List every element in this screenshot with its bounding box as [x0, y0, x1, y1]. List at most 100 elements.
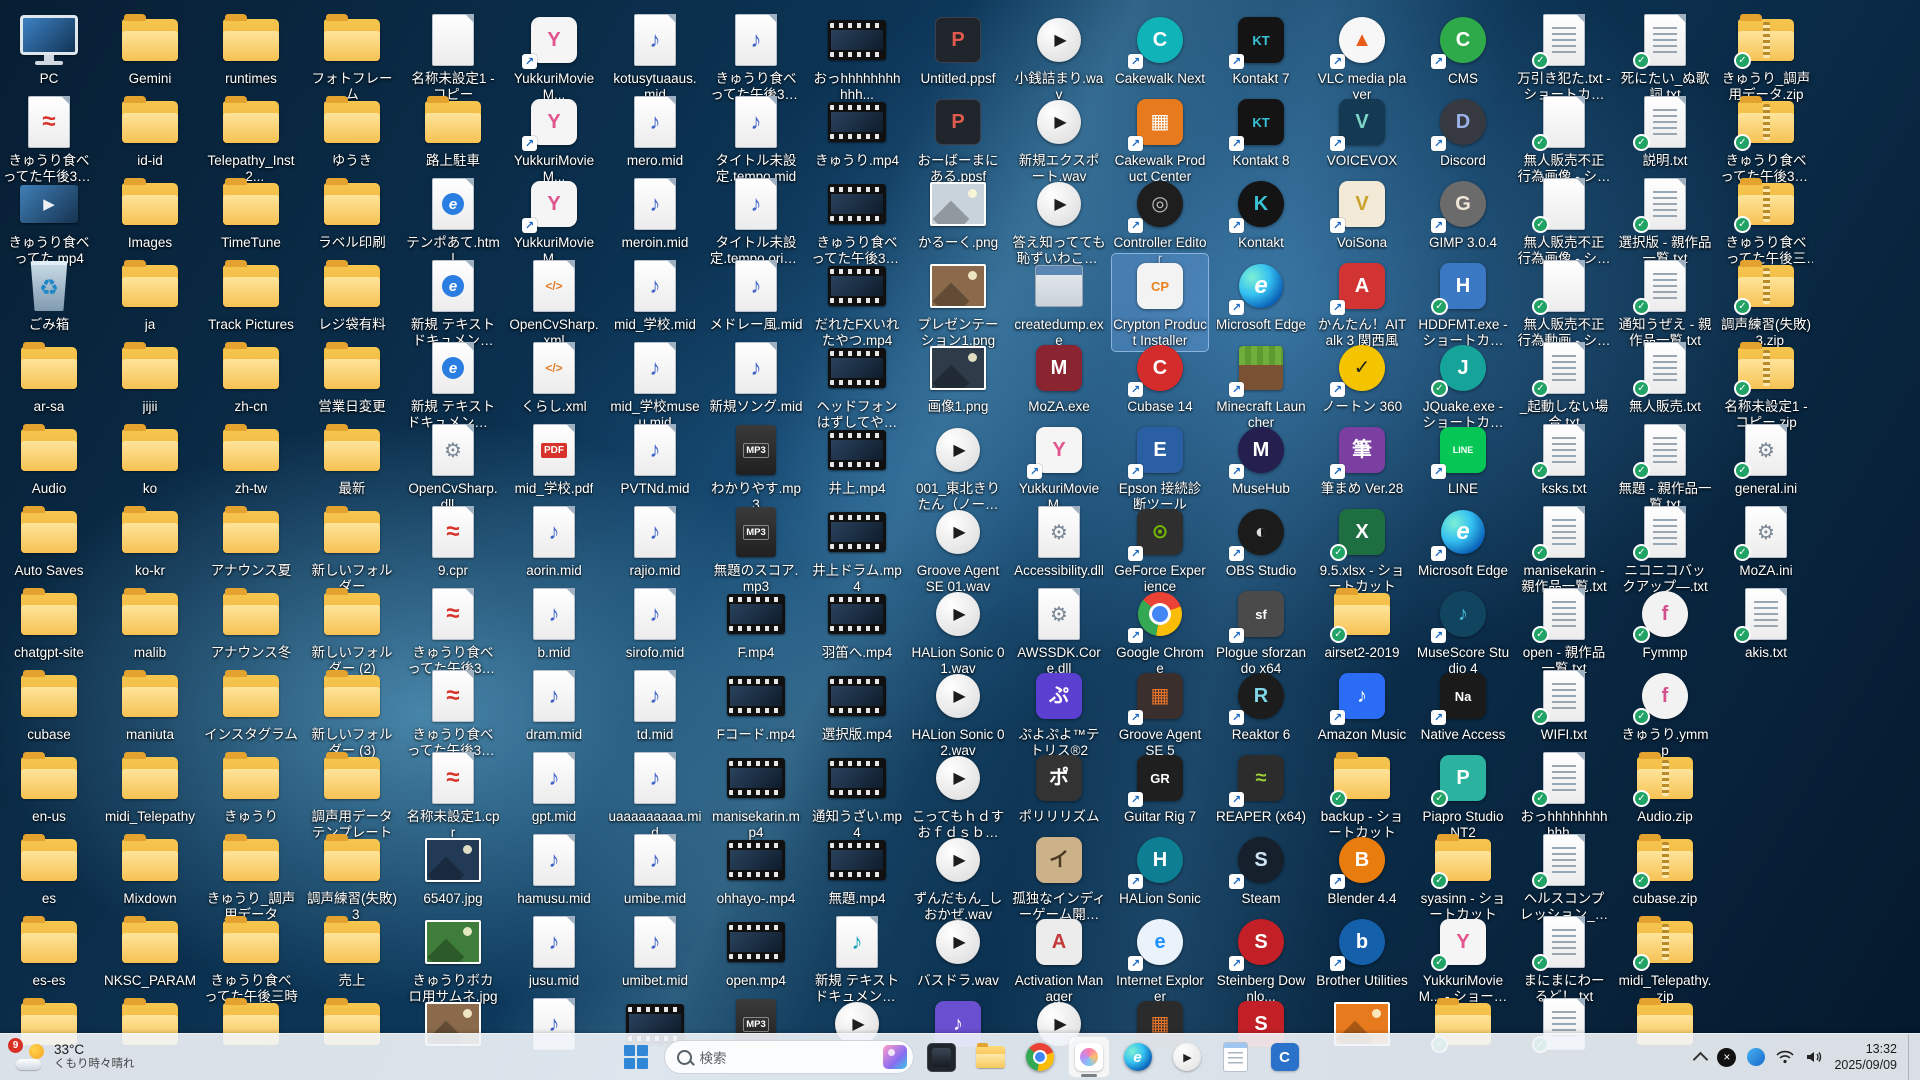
desktop-icon[interactable]: C↗CMS [1415, 8, 1511, 89]
desktop-icon[interactable]: C↗Cubase 14 [1112, 336, 1208, 417]
desktop-icon[interactable]: 羽笛へ.mp4 [809, 582, 905, 663]
desktop-icon[interactable]: PUntitled.ppsf [910, 8, 1006, 89]
desktop-icon[interactable]: ポポリリリズム [1011, 746, 1107, 827]
desktop-icon[interactable]: TimeTune [203, 172, 299, 253]
desktop-icon[interactable]: ✓ksks.txt [1516, 418, 1612, 499]
desktop-icon[interactable]: es-es [1, 910, 97, 991]
desktop-icon[interactable]: M↗MuseHub [1213, 418, 1309, 499]
search-highlight-icon[interactable] [883, 1045, 907, 1069]
desktop-icon[interactable]: f✓Fymmp [1617, 582, 1713, 663]
taskbar-app-edge[interactable]: e [1117, 1036, 1159, 1078]
desktop-icon[interactable]: zh-cn [203, 336, 299, 417]
desktop-icon[interactable]: </>くらし.xml [506, 336, 602, 417]
desktop-icon[interactable]: レジ袋有料 [304, 254, 400, 335]
desktop-icon[interactable]: 営業日変更 [304, 336, 400, 417]
desktop-icon[interactable]: 売上 [304, 910, 400, 991]
desktop-icon[interactable]: 画像1.png [910, 336, 1006, 417]
desktop-icon[interactable]: NKSC_PARAM [102, 910, 198, 991]
taskbar-app-media-player[interactable]: ▶ [1166, 1036, 1208, 1078]
desktop-icon[interactable]: H↗HALion Sonic [1112, 828, 1208, 909]
desktop-icon[interactable]: ♪meroin.mid [607, 172, 703, 253]
tray-blue-app-icon[interactable] [1747, 1048, 1765, 1066]
desktop-icon[interactable]: 路上駐車 [405, 90, 501, 171]
start-button[interactable] [615, 1036, 657, 1078]
desktop-icon[interactable]: ◐↗OBS Studio [1213, 500, 1309, 581]
desktop-icon[interactable]: ♪b.mid [506, 582, 602, 663]
desktop-icon[interactable]: 井上.mp4 [809, 418, 905, 499]
desktop-icon[interactable]: 筆↗筆まめ Ver.28 [1314, 418, 1410, 499]
desktop-icon[interactable]: cubase [1, 664, 97, 745]
desktop-icon[interactable]: ▶バスドラ.wav [910, 910, 1006, 991]
desktop-icon[interactable]: Gemini [102, 8, 198, 89]
desktop-icon[interactable]: ja [102, 254, 198, 335]
desktop-icon[interactable]: D↗Discord [1415, 90, 1511, 171]
desktop-icon[interactable]: B↗Blender 4.4 [1314, 828, 1410, 909]
desktop-icon[interactable]: ♪jusu.mid [506, 910, 602, 991]
desktop-icon[interactable]: PDFmid_学校.pdf [506, 418, 602, 499]
desktop-icon[interactable]: Fコード.mp4 [708, 664, 804, 745]
desktop-icon[interactable]: ♪dram.mid [506, 664, 602, 745]
desktop-icon[interactable]: V↗VOICEVOX [1314, 90, 1410, 171]
desktop-icon[interactable]: ⚙✓MoZA.ini [1718, 500, 1814, 581]
desktop-icon[interactable]: ラベル印刷 [304, 172, 400, 253]
desktop-icon[interactable]: ⚙Accessibility.dll [1011, 500, 1107, 581]
show-desktop-button[interactable] [1908, 1034, 1914, 1080]
desktop-icon[interactable]: きゅうり.mp4 [809, 90, 905, 171]
desktop-icon[interactable]: maniuta [102, 664, 198, 745]
taskbar-app-file-explorer[interactable] [970, 1036, 1012, 1078]
taskbar-app-chrome[interactable] [1019, 1036, 1061, 1078]
desktop-icon[interactable]: ♪sirofo.mid [607, 582, 703, 663]
desktop-icon[interactable]: ⚙✓general.ini [1718, 418, 1814, 499]
wifi-icon[interactable] [1776, 1050, 1794, 1064]
desktop-icon[interactable]: インスタグラム [203, 664, 299, 745]
desktop-icon[interactable]: Auto Saves [1, 500, 97, 581]
desktop-icon[interactable]: runtimes [203, 8, 299, 89]
desktop-icon[interactable]: ✓airset2-2019 [1314, 582, 1410, 663]
desktop-icon[interactable]: 無題.mp4 [809, 828, 905, 909]
desktop-icon[interactable]: K↗Kontakt [1213, 172, 1309, 253]
taskbar-clock[interactable]: 13:32 2025/09/09 [1834, 1041, 1897, 1074]
desktop-icon[interactable]: Audio [1, 418, 97, 499]
desktop-icon[interactable]: S↗Steam [1213, 828, 1309, 909]
desktop-icon[interactable]: アナウンス夏 [203, 500, 299, 581]
taskbar-search-box[interactable]: 検索 [664, 1040, 914, 1074]
desktop-icon[interactable]: ✓akis.txt [1718, 582, 1814, 663]
tray-chevron-up-icon[interactable] [1693, 1051, 1709, 1067]
desktop-icon[interactable]: zh-tw [203, 418, 299, 499]
taskbar-app-c-app[interactable]: C [1264, 1036, 1306, 1078]
desktop-icon[interactable]: かるーく.png [910, 172, 1006, 253]
desktop-icon[interactable]: ♪umibe.mid [607, 828, 703, 909]
desktop-icon[interactable]: C↗Cakewalk Next [1112, 8, 1208, 89]
desktop-icon[interactable]: きゅうり [203, 746, 299, 827]
desktop-icon[interactable]: ≈↗REAPER (x64) [1213, 746, 1309, 827]
desktop-icon[interactable]: R↗Reaktor 6 [1213, 664, 1309, 745]
desktop-icon[interactable]: LINE↗LINE [1415, 418, 1511, 499]
desktop-icon[interactable]: ar-sa [1, 336, 97, 417]
desktop-icon[interactable]: F.mp4 [708, 582, 804, 663]
desktop-icon[interactable]: id-id [102, 90, 198, 171]
desktop-icon[interactable]: G↗GIMP 3.0.4 [1415, 172, 1511, 253]
desktop-icon[interactable]: Na↗Native Access [1415, 664, 1511, 745]
desktop-icon[interactable]: midi_Telepathy [102, 746, 198, 827]
taskbar-app-movie-maker[interactable] [1068, 1036, 1110, 1078]
taskbar-app-dark-window[interactable] [921, 1036, 963, 1078]
desktop-icon[interactable]: PC [1, 8, 97, 89]
desktop-icon[interactable]: ✓Audio.zip [1617, 746, 1713, 827]
desktop-icon[interactable]: 選択版.mp4 [809, 664, 905, 745]
desktop-icon[interactable]: en-us [1, 746, 97, 827]
desktop-icon[interactable]: ko [102, 418, 198, 499]
desktop-icon[interactable]: ♪PVTNd.mid [607, 418, 703, 499]
weather-widget[interactable]: 9 33°C くもり時々晴れ [4, 1036, 147, 1078]
tray-x-app-icon[interactable]: × [1717, 1048, 1736, 1067]
desktop-icon[interactable]: ♪td.mid [607, 664, 703, 745]
desktop-icon[interactable]: KT↗Kontakt 8 [1213, 90, 1309, 171]
desktop-icon[interactable]: ♻ごみ箱 [1, 254, 97, 335]
desktop-icon[interactable]: ko-kr [102, 500, 198, 581]
desktop-icon[interactable]: ♪新規ソング.mid [708, 336, 804, 417]
volume-icon[interactable] [1805, 1050, 1823, 1064]
desktop-icon[interactable]: ♪mero.mid [607, 90, 703, 171]
desktop-icon[interactable]: ♪メドレー風.mid [708, 254, 804, 335]
desktop-icon[interactable]: ✓説明.txt [1617, 90, 1713, 171]
desktop-icon[interactable]: es [1, 828, 97, 909]
desktop-icon[interactable]: アナウンス冬 [203, 582, 299, 663]
